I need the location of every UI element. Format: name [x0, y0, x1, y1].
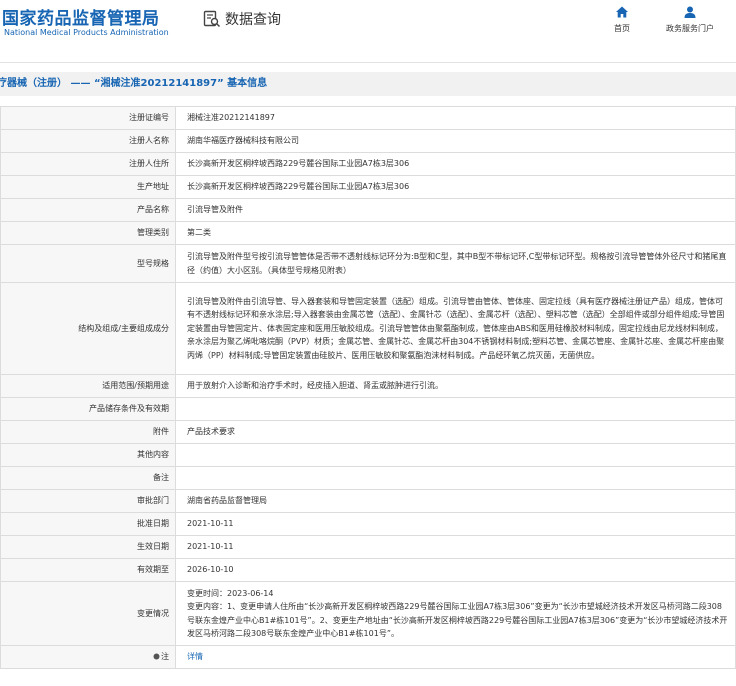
field-value: 2026-10-10 [175, 558, 736, 582]
field-value [175, 443, 736, 467]
info-row: 生产地址 长沙高新开发区桐梓坡西路229号麓谷国际工业园A7栋3层306 [0, 175, 736, 199]
field-label: 有效期至 [0, 558, 176, 582]
data-query-icon [203, 10, 221, 28]
detail-link[interactable]: 详情 [187, 652, 203, 661]
field-label: 变更情况 [0, 581, 176, 646]
info-row: 变更情况 变更时间：2023-06-14 变更内容：1、变更申请人住所由“长沙高新… [0, 581, 736, 646]
info-row: 备注 [0, 466, 736, 490]
info-row: 管理类别 第二类 [0, 221, 736, 245]
field-label: 注册证编号 [0, 106, 176, 130]
note-marker-icon [153, 653, 160, 660]
home-icon [616, 6, 628, 18]
field-value: 第二类 [175, 221, 736, 245]
nav-home-label: 首页 [614, 24, 630, 33]
info-row: 批准日期 2021-10-11 [0, 512, 736, 536]
field-value: 长沙高新开发区桐梓坡西路229号麓谷国际工业园A7栋3层306 [175, 175, 736, 199]
field-label-text: 注 [161, 652, 169, 662]
data-query-label: 数据查询 [225, 12, 281, 28]
info-row: 产品名称 引流导管及附件 [0, 198, 736, 222]
page-title: 疗器械（注册） —— “湘械注准20212141897” 基本信息 [0, 72, 736, 96]
data-query-heading[interactable]: 数据查询 [203, 8, 281, 30]
nav-home[interactable]: 首页 [614, 5, 630, 34]
field-label: 管理类别 [0, 221, 176, 245]
site-logo-en[interactable]: National Medical Products Administration [4, 28, 169, 37]
info-row: 注册人名称 湖南华福医疗器械科技有限公司 [0, 129, 736, 153]
field-value: 引流导管及附件由引流导管、导入器套装和导管固定装置（选配）组成。引流导管由管体、… [175, 282, 736, 375]
info-row: 审批部门 湖南省药品监督管理局 [0, 489, 736, 513]
info-row: 有效期至 2026-10-10 [0, 558, 736, 582]
field-label: 适用范围/预期用途 [0, 374, 176, 398]
field-label: 批准日期 [0, 512, 176, 536]
field-value: 2021-10-11 [175, 535, 736, 559]
field-label: 附件 [0, 420, 176, 444]
user-icon [684, 6, 696, 18]
field-label: 型号规格 [0, 244, 176, 283]
field-label: 注 [0, 645, 176, 669]
field-value: 产品技术要求 [175, 420, 736, 444]
field-label: 产品储存条件及有效期 [0, 397, 176, 421]
field-value: 湖南省药品监督管理局 [175, 489, 736, 513]
registration-info-table: 注册证编号 湘械注准20212141897 注册人名称 湖南华福医疗器械科技有限公司注… [0, 106, 736, 669]
field-value: 引流导管及附件型号按引流导管管体是否带不透射线标记环分为:B型和C型，其中B型不… [175, 244, 736, 283]
field-value: 湖南华福医疗器械科技有限公司 [175, 129, 736, 153]
field-value: 湘械注准20212141897 [175, 106, 736, 130]
info-row: 其他内容 [0, 443, 736, 467]
field-value: 2021-10-11 [175, 512, 736, 536]
page-title-text: 疗器械（注册） —— “湘械注准20212141897” 基本信息 [0, 78, 268, 89]
info-row: 附件 产品技术要求 [0, 420, 736, 444]
field-label: 注册人名称 [0, 129, 176, 153]
info-row: 适用范围/预期用途 用于放射介入诊断和治疗手术时，经皮插入胆道、肾盂或脓肿进行引流… [0, 374, 736, 398]
nav-gov-service-portal-label: 政务服务门户 [666, 24, 714, 33]
field-label: 审批部门 [0, 489, 176, 513]
field-label: 生产地址 [0, 175, 176, 199]
field-label: 注册人住所 [0, 152, 176, 176]
field-value: 引流导管及附件 [175, 198, 736, 222]
field-value: 变更时间：2023-06-14 变更内容：1、变更申请人住所由“长沙高新开发区桐… [175, 581, 736, 646]
field-label: 生效日期 [0, 535, 176, 559]
info-row: 结构及组成/主要组成成分 引流导管及附件由引流导管、导入器套装和导管固定装置（选配… [0, 282, 736, 375]
field-value: 详情 [175, 645, 736, 669]
info-row: 产品储存条件及有效期 [0, 397, 736, 421]
info-row: 型号规格 引流导管及附件型号按引流导管管体是否带不透射线标记环分为:B型和C型，其… [0, 244, 736, 283]
field-value: 长沙高新开发区桐梓坡西路229号麓谷国际工业园A7栋3层306 [175, 152, 736, 176]
site-logo-cn[interactable]: 国家药品监督管理局 [2, 4, 160, 29]
info-row: 注 详情 [0, 645, 736, 669]
info-row: 注册证编号 湘械注准20212141897 [0, 106, 736, 130]
field-label: 其他内容 [0, 443, 176, 467]
nav-gov-service-portal[interactable]: 政务服务门户 [666, 5, 714, 34]
field-value: 用于放射介入诊断和治疗手术时，经皮插入胆道、肾盂或脓肿进行引流。 [175, 374, 736, 398]
site-header: 国家药品监督管理局 National Medical Products Admi… [0, 0, 736, 62]
field-value [175, 466, 736, 490]
info-row: 生效日期 2021-10-11 [0, 535, 736, 559]
field-value [175, 397, 736, 421]
header-divider [0, 62, 736, 63]
field-label: 备注 [0, 466, 176, 490]
info-row: 注册人住所 长沙高新开发区桐梓坡西路229号麓谷国际工业园A7栋3层306 [0, 152, 736, 176]
field-label: 结构及组成/主要组成成分 [0, 282, 176, 375]
field-label: 产品名称 [0, 198, 176, 222]
